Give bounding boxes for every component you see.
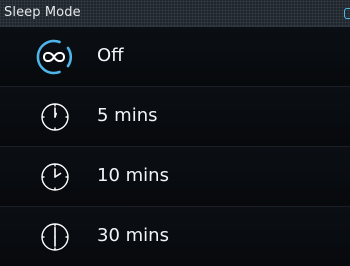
title-bar: Sleep Mode xyxy=(0,0,350,27)
menu-item-10-mins[interactable]: 10 mins xyxy=(0,147,350,207)
clock-icon xyxy=(41,103,69,131)
clock-icon xyxy=(41,163,69,191)
menu-item-off[interactable]: Off xyxy=(0,27,350,87)
menu-item-label: 30 mins xyxy=(97,225,169,246)
sleep-mode-menu: Off 5 mins 10 mins 30 mins xyxy=(0,27,350,266)
menu-item-30-mins[interactable]: 30 mins xyxy=(0,207,350,266)
menu-item-5-mins[interactable]: 5 mins xyxy=(0,87,350,147)
menu-item-label: 5 mins xyxy=(97,105,158,126)
clock-icon xyxy=(41,223,69,251)
page-title: Sleep Mode xyxy=(4,5,81,20)
menu-item-label: Off xyxy=(97,45,124,66)
status-indicator-icon xyxy=(344,8,350,19)
menu-item-label: 10 mins xyxy=(97,165,169,186)
sleep-mode-screen: Sleep Mode Off 5 mins 10 mins 30 mins xyxy=(0,0,350,266)
infinity-icon xyxy=(36,39,73,75)
